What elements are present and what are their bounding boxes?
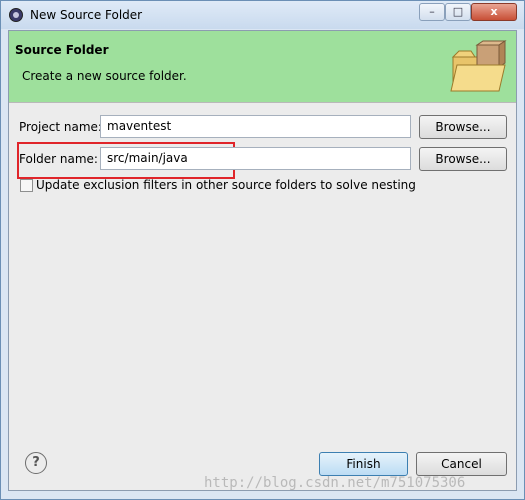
title-bar[interactable]: New Source Folder – □ x [1, 1, 524, 29]
help-icon[interactable]: ? [25, 452, 47, 474]
dialog-client-area: Source Folder Create a new source folder… [8, 30, 517, 491]
close-button[interactable]: x [471, 3, 517, 21]
project-browse-button[interactable]: Browse... [419, 115, 507, 139]
header-banner: Source Folder Create a new source folder… [9, 31, 516, 103]
maximize-button[interactable]: □ [445, 3, 471, 21]
cancel-button[interactable]: Cancel [416, 452, 507, 476]
window-title: New Source Folder [30, 8, 143, 22]
project-name-label: Project name: [19, 120, 102, 134]
folder-name-field[interactable]: src/main/java [100, 147, 411, 170]
dialog-window: New Source Folder – □ x Source Folder Cr… [0, 0, 525, 500]
folder-name-label: Folder name: [19, 152, 98, 166]
project-name-field[interactable]: maventest [100, 115, 411, 138]
folder-package-icon [450, 40, 507, 92]
banner-title: Source Folder [15, 43, 109, 57]
update-exclusion-checkbox[interactable] [20, 179, 33, 192]
minimize-button[interactable]: – [419, 3, 445, 21]
folder-browse-button[interactable]: Browse... [419, 147, 507, 171]
eclipse-icon [9, 8, 23, 22]
update-exclusion-label: Update exclusion filters in other source… [36, 178, 416, 192]
watermark: http://blog.csdn.net/m751075306 [204, 475, 466, 491]
banner-description: Create a new source folder. [22, 69, 187, 83]
finish-button[interactable]: Finish [319, 452, 408, 476]
